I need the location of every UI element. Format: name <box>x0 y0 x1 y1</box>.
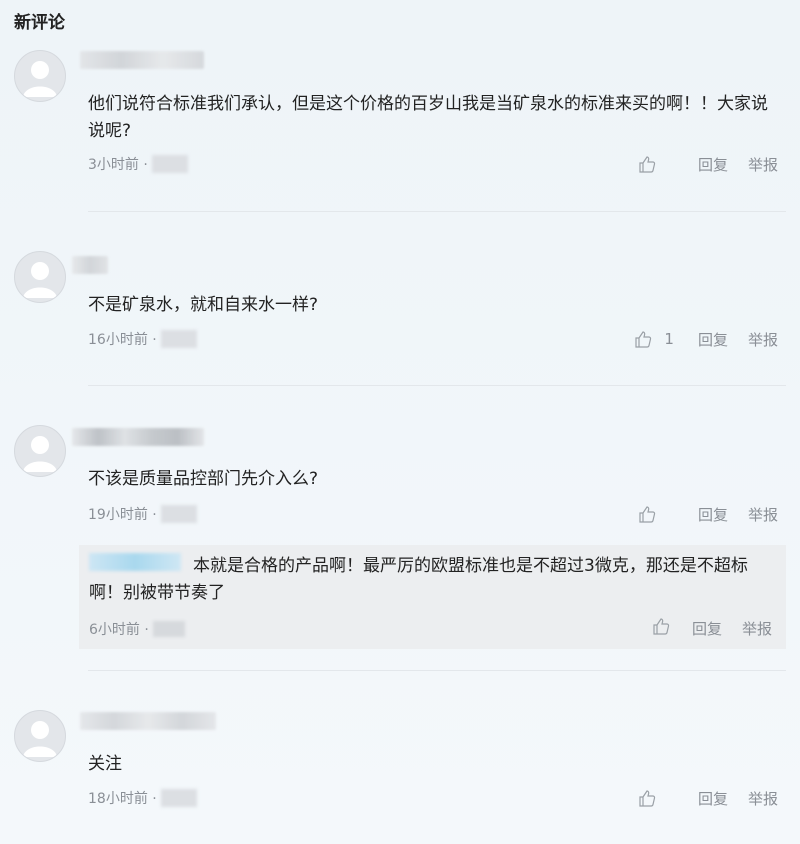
comment-meta: 19小时前 · <box>88 504 197 524</box>
comment-time: 3小时前 · <box>88 157 148 173</box>
comment-meta: 18小时前 · <box>88 788 197 808</box>
nested-reply: 本就是合格的产品啊！最严厉的欧盟标准也是不超过3微克，那还是不超标啊！别被带节奏… <box>79 545 786 649</box>
location-blurred <box>151 155 188 173</box>
location-blurred <box>160 505 197 523</box>
like-count: 1 <box>664 330 674 348</box>
report-button[interactable]: 举报 <box>748 504 778 525</box>
reply-button[interactable]: 回复 <box>698 788 728 809</box>
report-button[interactable]: 举报 <box>742 618 772 639</box>
like-button[interactable] <box>638 789 676 807</box>
comment-meta: 3小时前 · <box>88 154 188 174</box>
comment-text: 关注 <box>88 754 122 774</box>
default-avatar-icon[interactable] <box>14 251 66 303</box>
comment-actions: 1 回复 举报 <box>634 328 778 350</box>
username-blurred[interactable] <box>80 51 204 69</box>
comment-time: 19小时前 · <box>88 507 157 523</box>
default-avatar-icon[interactable] <box>14 50 66 102</box>
comment-meta: 16小时前 · <box>88 329 197 349</box>
comment-actions: 回复 举报 <box>638 787 778 809</box>
username-blurred[interactable] <box>72 428 204 446</box>
default-avatar-icon[interactable] <box>14 425 66 477</box>
comment-text: 他们说符合标准我们承认，但是这个价格的百岁山我是当矿泉水的标准来买的啊！！大家说… <box>88 94 768 141</box>
comment-time: 18小时前 · <box>88 791 157 807</box>
like-button[interactable] <box>652 617 670 639</box>
comment-text: 不该是质量品控部门先介入么? <box>88 469 319 489</box>
reply-time: 6小时前 · <box>89 622 149 638</box>
reply-button[interactable]: 回复 <box>692 618 722 639</box>
comment-text: 不是矿泉水，就和自来水一样? <box>88 295 319 315</box>
like-button[interactable] <box>638 505 676 523</box>
section-title: 新评论 <box>14 13 65 33</box>
thumbs-up-icon <box>639 790 656 807</box>
location-blurred <box>160 789 197 807</box>
reply-button[interactable]: 回复 <box>698 504 728 525</box>
like-button[interactable]: 1 <box>634 330 676 348</box>
comment-actions: 回复 举报 <box>638 153 778 175</box>
reply-text: 本就是合格的产品啊！最严厉的欧盟标准也是不超过3微克，那还是不超标啊！别被带节奏… <box>89 556 748 603</box>
divider <box>88 670 786 671</box>
reply-meta: 6小时前 · <box>89 619 185 639</box>
comment-time: 16小时前 · <box>88 332 157 348</box>
comment-actions: 回复 举报 <box>638 503 778 525</box>
reply-actions: 回复 举报 <box>652 617 772 639</box>
thumbs-up-icon <box>635 331 652 348</box>
reply-button[interactable]: 回复 <box>698 329 728 350</box>
like-button[interactable] <box>638 155 676 173</box>
username-blurred[interactable] <box>72 256 108 274</box>
username-blurred[interactable] <box>80 712 216 730</box>
thumbs-up-icon <box>639 156 656 173</box>
report-button[interactable]: 举报 <box>748 154 778 175</box>
report-button[interactable]: 举报 <box>748 329 778 350</box>
location-blurred <box>160 330 197 348</box>
divider <box>88 385 786 386</box>
report-button[interactable]: 举报 <box>748 788 778 809</box>
location-blurred <box>152 621 185 637</box>
default-avatar-icon[interactable] <box>14 710 66 762</box>
thumbs-up-icon <box>639 506 656 523</box>
thumbs-up-icon <box>653 618 670 635</box>
reply-button[interactable]: 回复 <box>698 154 728 175</box>
divider <box>88 211 786 212</box>
